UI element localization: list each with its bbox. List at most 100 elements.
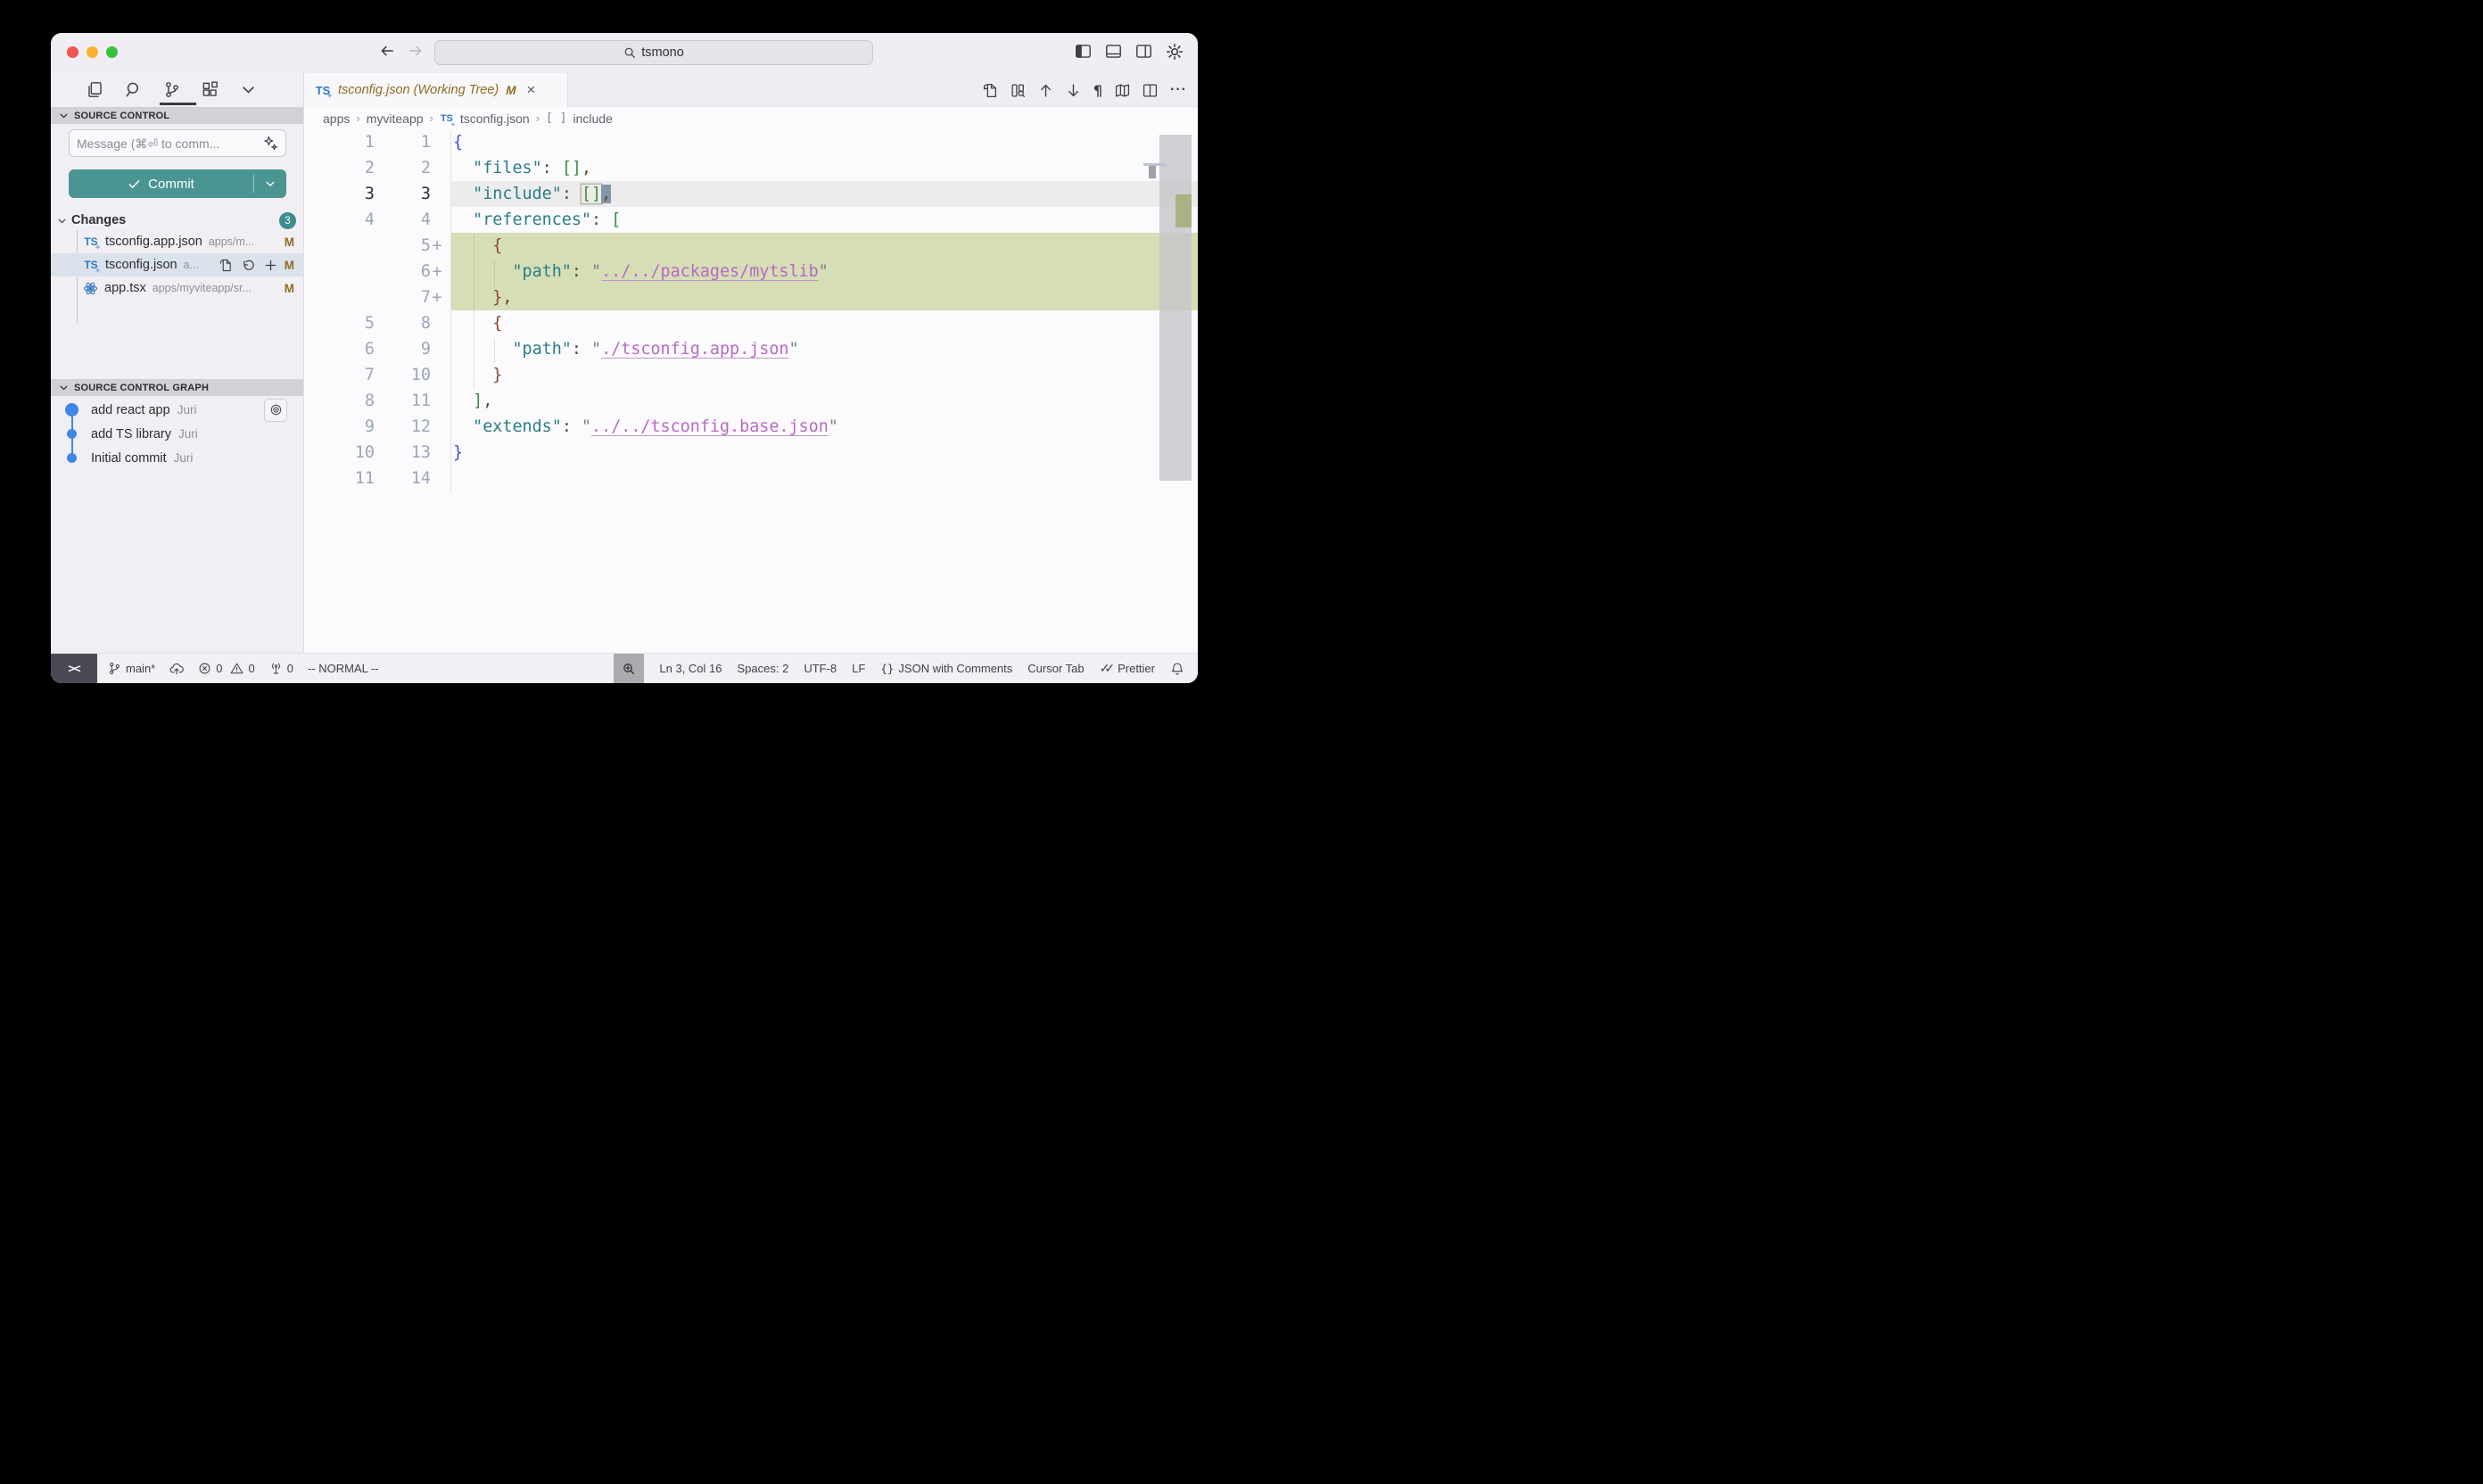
code-line[interactable]: 11{: [304, 129, 1198, 155]
source-control-view-button[interactable]: [160, 78, 183, 101]
code-line[interactable]: 5+ {: [304, 233, 1198, 259]
formatter-indicator[interactable]: ✓✓ Prettier: [1100, 661, 1155, 676]
discard-changes-button[interactable]: [242, 259, 255, 272]
code-line[interactable]: 69 "path": "./tsconfig.app.json": [304, 336, 1198, 362]
close-window-button[interactable]: [67, 46, 78, 58]
bell-icon: [1170, 662, 1184, 676]
diff-editor[interactable]: 11{22 "files": [],33 "include": [],44 "r…: [304, 129, 1198, 653]
additional-views-button[interactable]: [236, 78, 260, 101]
commit-message: add react app: [91, 403, 170, 417]
file-path: apps/myviteapp/sr...: [153, 282, 277, 294]
breadcrumb-tsconfig-json[interactable]: tsconfig.json: [460, 111, 530, 126]
source-control-section-header[interactable]: SOURCE CONTROL: [51, 107, 303, 124]
code-line[interactable]: 912 "extends": "../../tsconfig.base.json…: [304, 414, 1198, 440]
publish-changes-button[interactable]: [169, 662, 184, 676]
search-view-button[interactable]: [121, 78, 144, 101]
settings-button[interactable]: [1166, 43, 1184, 61]
explorer-view-button[interactable]: [83, 78, 106, 101]
encoding-indicator[interactable]: UTF-8: [804, 662, 837, 675]
eol-indicator[interactable]: LF: [852, 662, 865, 675]
breadcrumb-myviteapp[interactable]: myviteapp: [367, 111, 424, 126]
editor-scrollbar[interactable]: [1159, 135, 1192, 481]
stage-changes-button[interactable]: [264, 259, 277, 272]
checkout-target-button[interactable]: [264, 399, 287, 422]
map-view-button[interactable]: [1115, 83, 1130, 98]
code-line[interactable]: 811 ],: [304, 388, 1198, 414]
commit-button[interactable]: Commit: [69, 177, 253, 192]
language-name: JSON with Comments: [898, 662, 1012, 675]
tab-tsconfig-json-working-tree[interactable]: TS✦ tsconfig.json (Working Tree) M ×: [304, 73, 568, 107]
breadcrumb-apps[interactable]: apps: [323, 111, 350, 126]
line-number: +: [431, 262, 443, 281]
toggle-sidebar-button[interactable]: [1075, 43, 1092, 61]
error-icon: [198, 662, 211, 675]
changes-count-badge: 3: [279, 212, 296, 229]
toggle-secondary-sidebar-button[interactable]: [1135, 43, 1152, 61]
commit-message-input[interactable]: [77, 136, 263, 151]
zoom-in-icon: [622, 662, 636, 676]
commit-row-add-react-app[interactable]: add react app Juri: [51, 398, 303, 422]
inline-view-toggle-button[interactable]: [1011, 83, 1026, 98]
problems-indicator[interactable]: 0 0: [198, 662, 254, 675]
code-line[interactable]: 58 {: [304, 310, 1198, 336]
open-changes-button[interactable]: [983, 83, 998, 98]
code-line[interactable]: 7+ },: [304, 284, 1198, 310]
extensions-view-button[interactable]: [198, 78, 221, 101]
code-text: }: [453, 366, 502, 384]
typescript-file-icon: TS✦: [440, 111, 454, 126]
line-number: +: [431, 236, 443, 255]
split-editor-button[interactable]: [1143, 83, 1158, 98]
commit-options-dropdown[interactable]: [254, 177, 286, 190]
formatter-name: Prettier: [1118, 662, 1155, 675]
zoom-indicator[interactable]: [614, 654, 644, 683]
history-back-button[interactable]: [379, 43, 395, 59]
code-line[interactable]: 710 }: [304, 362, 1198, 388]
indent-guide: [494, 338, 495, 364]
toggle-whitespace-button[interactable]: ¶: [1093, 82, 1102, 99]
previous-change-button[interactable]: [1038, 83, 1053, 98]
commit-button-group: Commit: [69, 169, 286, 198]
change-row-actions: [219, 259, 277, 272]
source-control-graph-header[interactable]: SOURCE CONTROL GRAPH: [51, 379, 303, 396]
branch-indicator[interactable]: main*: [108, 662, 155, 675]
command-center-search[interactable]: tsmono: [434, 40, 873, 65]
zoom-window-button[interactable]: [106, 46, 118, 58]
indentation-indicator[interactable]: Spaces: 2: [738, 662, 789, 675]
code-line[interactable]: 33 "include": [],: [304, 181, 1198, 207]
code-line[interactable]: 44 "references": [: [304, 207, 1198, 233]
code-line[interactable]: 6+ "path": "../../packages/mytslib": [304, 259, 1198, 284]
change-row-tsconfig-app-json[interactable]: TS✦ tsconfig.app.json apps/m... M: [51, 230, 303, 253]
more-actions-button[interactable]: ···: [1170, 82, 1187, 98]
change-row-app-tsx[interactable]: app.tsx apps/myviteapp/sr... M: [51, 276, 303, 300]
notifications-bell-button[interactable]: [1170, 662, 1184, 676]
line-number: 7: [304, 366, 375, 384]
cursor-position-indicator[interactable]: Ln 3, Col 16: [659, 662, 722, 675]
commit-row-add-ts-library[interactable]: add TS library Juri: [51, 422, 303, 446]
changes-section-header[interactable]: Changes 3: [56, 210, 296, 231]
file-name: tsconfig.app.json: [105, 235, 202, 249]
next-change-button[interactable]: [1066, 83, 1081, 98]
generate-commit-message-button[interactable]: [263, 136, 278, 151]
code-text: "files": [],: [453, 159, 591, 177]
warning-count: 0: [248, 662, 254, 675]
commit-row-initial-commit[interactable]: Initial commit Juri: [51, 446, 303, 470]
close-tab-button[interactable]: ×: [526, 81, 535, 99]
remote-indicator[interactable]: ><: [51, 654, 97, 683]
breadcrumb-include[interactable]: include: [573, 111, 613, 126]
cursor-tab-indicator[interactable]: Cursor Tab: [1027, 662, 1084, 675]
line-number: 3: [375, 185, 431, 203]
open-file-button[interactable]: [219, 259, 233, 272]
toggle-panel-button[interactable]: [1105, 43, 1122, 61]
ports-indicator[interactable]: 0: [269, 662, 293, 675]
sparkle-icon: [263, 136, 278, 151]
change-row-tsconfig-json[interactable]: TS✦ tsconfig.json a... M: [51, 253, 303, 276]
search-icon: [623, 46, 636, 59]
code-line[interactable]: 1013}: [304, 440, 1198, 466]
history-forward-button[interactable]: [408, 43, 424, 59]
minimize-window-button[interactable]: [87, 46, 98, 58]
code-line[interactable]: 1114: [304, 466, 1198, 491]
commit-message-box: [69, 129, 286, 157]
language-mode-indicator[interactable]: {} JSON with Comments: [880, 662, 1012, 675]
code-line[interactable]: 22 "files": [],: [304, 155, 1198, 181]
vim-mode-indicator[interactable]: -- NORMAL --: [308, 662, 379, 675]
